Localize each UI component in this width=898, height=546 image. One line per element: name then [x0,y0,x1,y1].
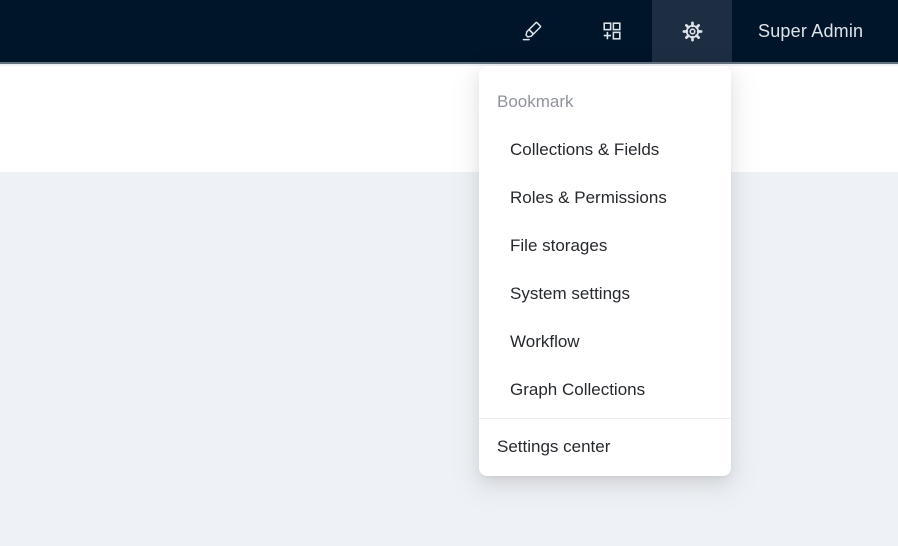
app-header: Super Admin [0,0,898,64]
menu-item-system-settings[interactable]: System settings [479,274,731,314]
settings-menu-button[interactable] [652,0,732,62]
menu-item-collections-fields[interactable]: Collections & Fields [479,130,731,170]
menu-group-label-bookmark: Bookmark [479,82,731,122]
page-content-area [0,172,898,546]
current-user-button[interactable]: Super Admin [732,0,898,62]
menu-item-graph-collections[interactable]: Graph Collections [479,370,731,410]
plugin-manager-button[interactable] [572,0,652,62]
ui-editor-button[interactable] [492,0,572,62]
page-header-area [0,66,898,172]
menu-divider [479,418,731,419]
menu-item-file-storages[interactable]: File storages [479,226,731,266]
appstore-add-icon [601,20,623,42]
menu-item-roles-permissions[interactable]: Roles & Permissions [479,178,731,218]
menu-item-settings-center[interactable]: Settings center [479,427,731,467]
current-user-label: Super Admin [758,21,863,42]
settings-dropdown-menu: Bookmark Collections & Fields Roles & Pe… [479,66,731,476]
menu-item-workflow[interactable]: Workflow [479,322,731,362]
highlight-icon [521,20,543,42]
settings-gear-icon [681,20,704,43]
